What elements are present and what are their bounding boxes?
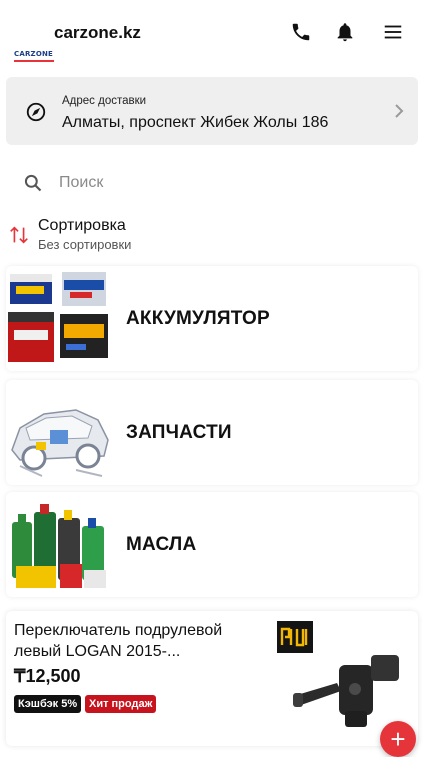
logo[interactable]: CARZONE xyxy=(7,24,54,62)
navigation-icon xyxy=(25,101,47,123)
product-card[interactable]: Переключатель подрулевой левый LOGAN 201… xyxy=(6,611,418,746)
category-label: АККУМУЛЯТОР xyxy=(126,307,270,329)
category-card-oils[interactable]: МАСЛА xyxy=(6,492,418,597)
logo-underline xyxy=(14,60,54,62)
search-input[interactable] xyxy=(59,169,389,197)
menu-icon[interactable] xyxy=(381,20,405,44)
bestseller-badge: Хит продаж xyxy=(85,695,157,713)
phone-icon[interactable] xyxy=(289,20,313,44)
sort-title: Сортировка xyxy=(38,217,126,234)
logo-text: CARZONE xyxy=(14,50,54,58)
steering-switch-image xyxy=(291,651,406,731)
category-card-parts[interactable]: ЗАПЧАСТИ xyxy=(6,380,418,485)
delivery-caption: Адрес доставки xyxy=(62,95,147,107)
sort-control[interactable]: Сортировка Без сортировки xyxy=(6,214,306,256)
brand-logo xyxy=(277,621,313,653)
sort-arrows-icon xyxy=(8,224,30,246)
delivery-address-card[interactable]: Адрес доставки Алматы, проспект Жибек Жо… xyxy=(6,77,418,145)
add-button[interactable]: + xyxy=(380,721,416,757)
product-price: ₸12,500 xyxy=(14,666,81,686)
battery-image xyxy=(6,266,112,371)
delivery-address: Алматы, проспект Жибек Жолы 186 xyxy=(62,114,329,131)
plus-icon: + xyxy=(390,724,406,754)
cashback-badge: Кэшбэк 5% xyxy=(14,695,82,713)
category-label: МАСЛА xyxy=(126,533,197,555)
category-card-battery[interactable]: АККУМУЛЯТОР xyxy=(6,266,418,371)
bell-icon[interactable] xyxy=(333,20,357,44)
category-label: ЗАПЧАСТИ xyxy=(126,421,232,443)
search-bar xyxy=(6,165,418,201)
site-name[interactable]: carzone.kz xyxy=(54,23,141,43)
car-parts-image xyxy=(6,380,112,485)
chevron-right-icon xyxy=(392,102,406,120)
product-title: Переключатель подрулевой левый LOGAN 201… xyxy=(14,622,223,660)
header: CARZONE carzone.kz xyxy=(0,0,423,66)
search-icon xyxy=(23,173,43,193)
oils-image xyxy=(6,492,112,597)
sort-value: Без сортировки xyxy=(38,237,132,252)
